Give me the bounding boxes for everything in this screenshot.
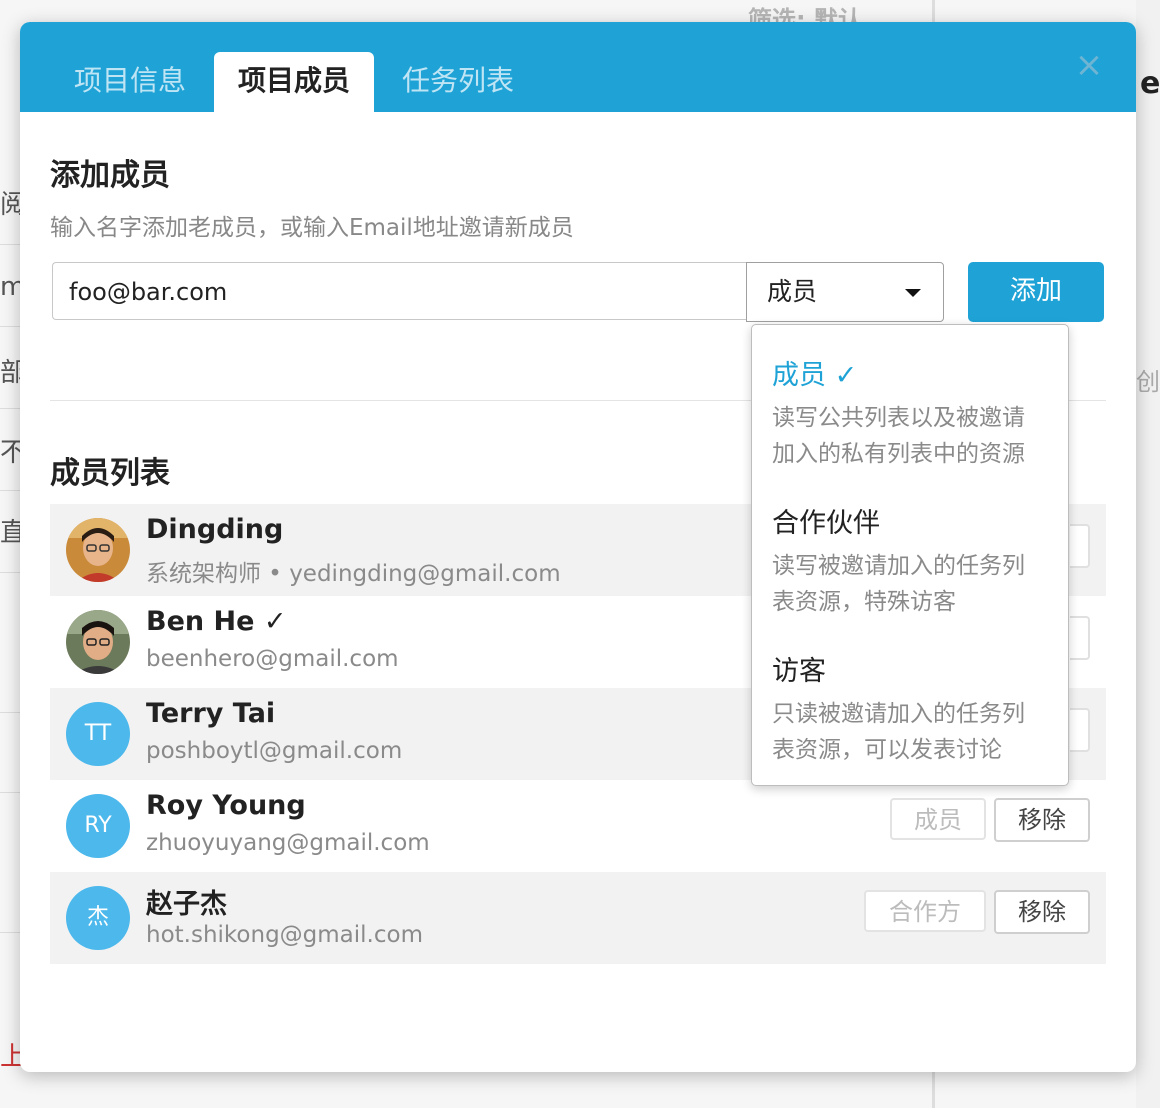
tab-project-info[interactable]: 项目信息 (74, 52, 186, 112)
member-role-button[interactable]: 合作方 (864, 890, 986, 932)
member-subtitle: poshboytl@gmail.com (146, 738, 403, 764)
avatar: TT (66, 702, 130, 766)
desc-line: 读写公共列表以及被邀请 (772, 405, 1025, 431)
bg-divider (0, 712, 20, 713)
desc-line: 只读被邀请加入的任务列 (772, 701, 1025, 727)
member-name: Dingding (146, 514, 284, 545)
member-subtitle: zhuoyuyang@gmail.com (146, 830, 430, 856)
role-button-partial[interactable] (1070, 708, 1090, 752)
bg-fragment: e (1140, 66, 1160, 101)
avatar (66, 518, 130, 582)
bg-divider (932, 1072, 935, 1108)
role-select-value: 成员 (767, 277, 818, 306)
role-select[interactable]: 成员 (746, 262, 944, 322)
desc-line: 加入的私有列表中的资源 (772, 441, 1025, 467)
bg-divider (0, 572, 20, 573)
caret-down-icon (905, 289, 921, 297)
member-subtitle: 系统架构师 • yedingding@gmail.com (146, 561, 561, 587)
tab-task-list[interactable]: 任务列表 (402, 52, 514, 112)
avatar: RY (66, 794, 130, 858)
member-subtitle: beenhero@gmail.com (146, 646, 399, 672)
bg-divider (0, 932, 20, 933)
desc-line: 表资源，特殊访客 (772, 589, 956, 615)
add-button[interactable]: 添加 (968, 262, 1104, 322)
role-button-partial[interactable] (1070, 616, 1090, 660)
role-option-partner[interactable]: 合作伙伴 读写被邀请加入的任务列 表资源，特殊访客 (772, 501, 1052, 620)
role-option-desc: 读写被邀请加入的任务列 表资源，特殊访客 (772, 548, 1052, 620)
role-option-desc: 读写公共列表以及被邀请 加入的私有列表中的资源 (772, 400, 1052, 472)
close-icon[interactable]: × (1072, 48, 1106, 82)
member-name: Terry Tai (146, 698, 276, 729)
member-name: Ben He ✓ (146, 606, 287, 637)
member-row: RY Roy Young zhuoyuyang@gmail.com 成员 移除 (50, 780, 1106, 872)
member-subtitle: hot.shikong@gmail.com (146, 922, 423, 948)
desc-line: 读写被邀请加入的任务列 (772, 553, 1025, 579)
bg-divider (0, 244, 20, 245)
member-name: Roy Young (146, 790, 306, 821)
role-option-guest[interactable]: 访客 只读被邀请加入的任务列 表资源，可以发表讨论 (772, 649, 1052, 768)
role-dropdown-menu: 成员 ✓ 读写公共列表以及被邀请 加入的私有列表中的资源 合作伙伴 读写被邀请加… (751, 324, 1069, 786)
role-option-member[interactable]: 成员 ✓ 读写公共列表以及被邀请 加入的私有列表中的资源 (772, 353, 1052, 472)
role-option-label: 访客 (772, 656, 826, 687)
bg-right-panel (1136, 0, 1160, 1108)
tab-project-members[interactable]: 项目成员 (214, 52, 374, 112)
bg-divider (0, 490, 20, 491)
member-name: 赵子杰 (146, 889, 227, 920)
role-button-partial[interactable] (1070, 524, 1090, 568)
member-row: 杰 赵子杰 hot.shikong@gmail.com 合作方 移除 (50, 872, 1106, 964)
member-role-button[interactable]: 成员 (890, 798, 986, 840)
avatar (66, 610, 130, 674)
role-option-label: 合作伙伴 (772, 508, 880, 539)
avatar: 杰 (66, 886, 130, 950)
add-member-hint: 输入名字添加老成员，或输入Email地址邀请新成员 (50, 215, 574, 241)
role-option-label: 成员 ✓ (772, 360, 858, 391)
member-list-title: 成员列表 (50, 456, 170, 491)
remove-button[interactable]: 移除 (994, 798, 1090, 842)
desc-line: 表资源，可以发表讨论 (772, 737, 1002, 763)
bg-divider (932, 0, 935, 22)
member-email-input[interactable]: foo@bar.com (52, 262, 746, 320)
role-option-desc: 只读被邀请加入的任务列 表资源，可以发表讨论 (772, 696, 1052, 768)
bg-fragment: 创 (1136, 368, 1160, 396)
remove-button[interactable]: 移除 (994, 890, 1090, 934)
bg-divider (0, 408, 20, 409)
add-member-title: 添加成员 (50, 158, 170, 193)
tab-bar: 项目信息 项目成员 任务列表 × (20, 22, 1136, 112)
bg-divider (0, 792, 20, 793)
bg-divider (0, 326, 20, 327)
